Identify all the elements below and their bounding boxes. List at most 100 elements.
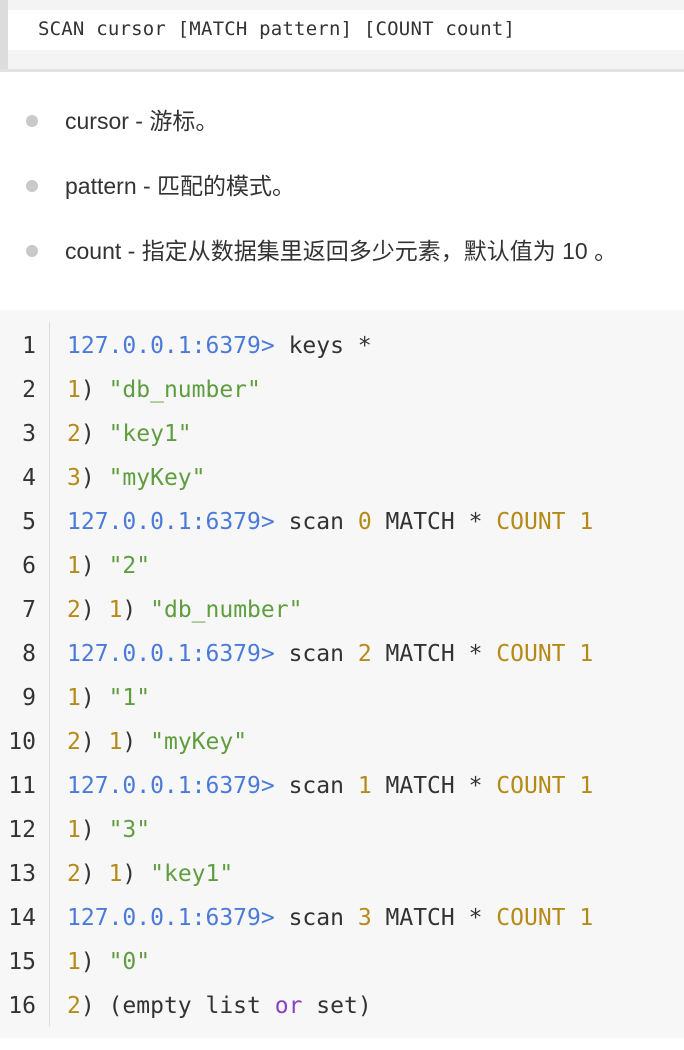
- syntax-box-accent-bar: [0, 0, 8, 69]
- code-token: COUNT 1: [496, 641, 594, 667]
- code-token: "2": [108, 553, 151, 579]
- code-text: 1) "db_number": [67, 368, 261, 412]
- code-token: ): [80, 421, 109, 447]
- code-line: 14 127.0.0.1:6379> scan 3 MATCH * COUNT 1: [0, 896, 684, 940]
- code-token: 127.0.0.1:6379>: [67, 333, 275, 359]
- line-number: 8: [22, 641, 36, 667]
- code-text: 1) "3": [67, 808, 150, 852]
- code-token: 2: [67, 861, 81, 887]
- code-token: or: [274, 993, 303, 1019]
- code-token: ): [80, 949, 109, 975]
- code-token: 1: [108, 597, 123, 623]
- code-token: MATCH *: [371, 905, 497, 931]
- code-token: ): [122, 729, 151, 755]
- code-token: set): [302, 993, 372, 1019]
- code-text: 1) "0": [67, 940, 150, 984]
- code-token: 1: [67, 377, 81, 403]
- code-token: scan: [274, 905, 358, 931]
- code-token: "db_number": [108, 377, 261, 403]
- code-token: 1: [108, 861, 123, 887]
- code-token: ): [80, 685, 109, 711]
- code-line: 15 1) "0": [0, 940, 684, 984]
- code-token: keys *: [274, 333, 372, 359]
- code-line: 3 2) "key1": [0, 412, 684, 456]
- code-token: 127.0.0.1:6379>: [67, 773, 275, 799]
- code-token: 0: [357, 509, 372, 535]
- code-token: 2: [67, 993, 81, 1019]
- code-token: ): [80, 817, 109, 843]
- code-token: "3": [108, 817, 151, 843]
- code-token: 1: [67, 553, 81, 579]
- list-item: pattern - 匹配的模式。: [0, 151, 684, 216]
- line-number: 4: [22, 465, 36, 491]
- code-text: 127.0.0.1:6379> scan 2 MATCH * COUNT 1: [67, 632, 593, 676]
- syntax-box: SCAN cursor [MATCH pattern] [COUNT count…: [0, 0, 684, 72]
- line-number: 5: [22, 509, 36, 535]
- code-token: COUNT 1: [496, 905, 594, 931]
- code-line: 16 2) (empty list or set): [0, 984, 684, 1028]
- code-token: ): [80, 465, 109, 491]
- code-text: 3) "myKey": [67, 456, 206, 500]
- code-block: 1 127.0.0.1:6379> keys * 2 1) "db_number" 3 2…: [0, 310, 684, 1038]
- code-token: ): [80, 597, 109, 623]
- param-text: count - 指定从数据集里返回多少元素，默认值为 10 。: [65, 238, 618, 264]
- code-token: "myKey": [108, 465, 206, 491]
- code-text: 127.0.0.1:6379> keys *: [67, 324, 372, 368]
- bottom-spacer: [0, 1038, 684, 1050]
- code-token: 127.0.0.1:6379>: [67, 509, 275, 535]
- line-number: 1: [22, 333, 36, 359]
- code-line: 2 1) "db_number": [0, 368, 684, 412]
- code-token: ) (empty list: [80, 993, 275, 1019]
- code-token: 3: [357, 905, 372, 931]
- code-text: 127.0.0.1:6379> scan 0 MATCH * COUNT 1: [67, 500, 593, 544]
- code-text: 127.0.0.1:6379> scan 3 MATCH * COUNT 1: [67, 896, 593, 940]
- line-number: 12: [8, 817, 36, 843]
- code-token: "myKey": [150, 729, 248, 755]
- code-token: ): [80, 861, 109, 887]
- code-line: 13 2) 1) "key1": [0, 852, 684, 896]
- code-token: ): [80, 729, 109, 755]
- code-text: 2) "key1": [67, 412, 192, 456]
- param-text: pattern - 匹配的模式。: [65, 173, 296, 199]
- code-token: ): [122, 597, 151, 623]
- code-token: 2: [67, 597, 81, 623]
- code-line: 6 1) "2": [0, 544, 684, 588]
- line-number: 2: [22, 377, 36, 403]
- code-line: 5 127.0.0.1:6379> scan 0 MATCH * COUNT 1: [0, 500, 684, 544]
- code-token: scan: [274, 773, 358, 799]
- code-line: 11 127.0.0.1:6379> scan 1 MATCH * COUNT 1: [0, 764, 684, 808]
- line-number: 16: [8, 993, 36, 1019]
- code-text: 2) 1) "db_number": [67, 588, 302, 632]
- line-number: 7: [22, 597, 36, 623]
- code-token: COUNT 1: [496, 773, 594, 799]
- line-number: 14: [8, 905, 36, 931]
- code-token: ): [122, 861, 151, 887]
- bullet-icon: [26, 115, 38, 127]
- code-line: 9 1) "1": [0, 676, 684, 720]
- code-token: scan: [274, 509, 358, 535]
- code-token: 2: [357, 641, 372, 667]
- code-token: 3: [67, 465, 81, 491]
- list-item: count - 指定从数据集里返回多少元素，默认值为 10 。: [0, 216, 684, 281]
- line-number: 10: [8, 729, 36, 755]
- code-token: 2: [67, 729, 81, 755]
- code-text: 2) (empty list or set): [67, 984, 372, 1028]
- code-line: 4 3) "myKey": [0, 456, 684, 500]
- code-token: "db_number": [150, 597, 303, 623]
- code-token: MATCH *: [371, 509, 497, 535]
- line-number: 9: [22, 685, 36, 711]
- parameter-list: cursor - 游标。 pattern - 匹配的模式。 count - 指定…: [0, 86, 684, 281]
- code-line: 10 2) 1) "myKey": [0, 720, 684, 764]
- line-number: 11: [8, 773, 36, 799]
- code-line: 8 127.0.0.1:6379> scan 2 MATCH * COUNT 1: [0, 632, 684, 676]
- param-text: cursor - 游标。: [65, 108, 219, 134]
- code-text: 127.0.0.1:6379> scan 1 MATCH * COUNT 1: [67, 764, 593, 808]
- code-token: MATCH *: [371, 773, 497, 799]
- code-line: 1 127.0.0.1:6379> keys *: [0, 324, 684, 368]
- code-token: 1: [357, 773, 372, 799]
- list-item: cursor - 游标。: [0, 86, 684, 151]
- code-token: 2: [67, 421, 81, 447]
- code-token: ): [80, 553, 109, 579]
- code-token: "key1": [108, 421, 192, 447]
- code-token: 1: [67, 817, 81, 843]
